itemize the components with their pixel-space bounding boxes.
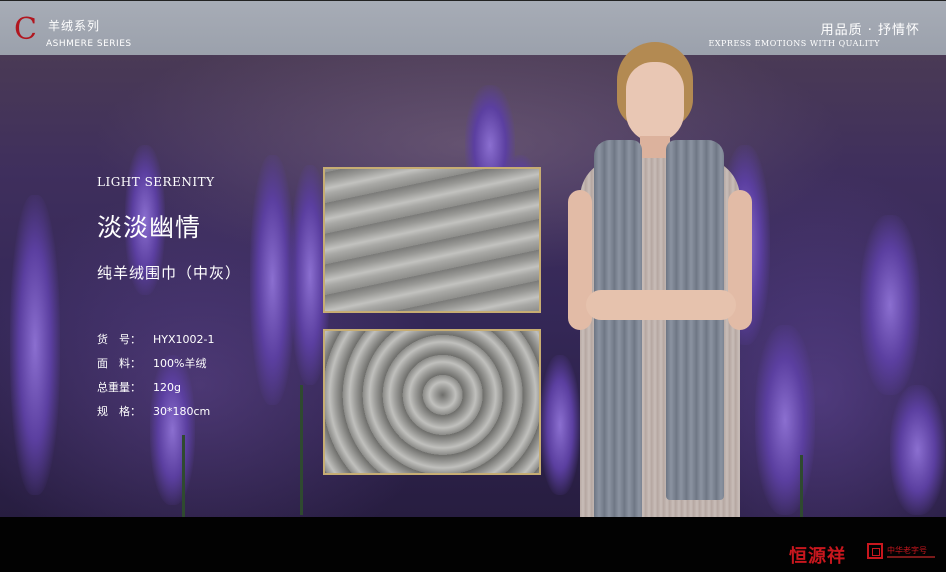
model-hands: [586, 290, 736, 320]
series-logo-letter: C: [14, 12, 37, 47]
lavender-stalk: [890, 385, 945, 515]
spec-value: 30*180cm: [153, 405, 211, 418]
header-bar: C 羊绒系列 ASHMERE SERIES 用品质 · 抒情怀 EXPRESS …: [0, 0, 946, 55]
spec-row-size: 规 格： 30*180cm: [97, 403, 210, 419]
product-title-cn: 淡淡幽情: [97, 213, 202, 242]
lavender-stalk: [250, 155, 295, 405]
spec-value: HYX1002-1: [153, 333, 215, 346]
scarf-right-panel: [666, 140, 724, 500]
lavender-stalk: [860, 215, 920, 395]
spec-label: 总重量：: [97, 381, 141, 394]
product-title-en: LIGHT SERENITY: [97, 175, 215, 189]
spec-label: 货 号：: [97, 333, 141, 346]
lavender-stalk: [150, 355, 195, 505]
brand-logo: 恒源祥: [789, 546, 846, 567]
product-subtitle: 纯羊绒围巾（中灰）: [97, 264, 242, 282]
lavender-stem: [800, 455, 803, 517]
seal-icon: [867, 543, 883, 559]
model-face: [626, 62, 684, 142]
product-poster: C 羊绒系列 ASHMERE SERIES 用品质 · 抒情怀 EXPRESS …: [0, 0, 946, 572]
lavender-stalk: [755, 325, 815, 515]
slogan-cn: 用品质 · 抒情怀: [820, 23, 920, 38]
laozihao-mark: 中华老字号: [887, 546, 927, 555]
lavender-stem: [300, 385, 303, 515]
series-title-cn: 羊绒系列: [48, 19, 101, 33]
spec-value: 100%羊绒: [153, 357, 207, 370]
spec-label: 面 料：: [97, 357, 141, 370]
spec-row-item-no: 货 号： HYX1002-1: [97, 331, 215, 347]
series-title-en: ASHMERE SERIES: [46, 39, 132, 49]
spec-label: 规 格：: [97, 405, 141, 418]
laozihao-underline: [887, 556, 935, 558]
spec-row-weight: 总重量： 120g: [97, 379, 181, 395]
model-figure: [560, 40, 760, 570]
scarf-left-panel: [594, 140, 642, 520]
fabric-swatch-folded: [323, 167, 541, 313]
spec-value: 120g: [153, 381, 181, 394]
lavender-stem: [182, 435, 185, 517]
spec-row-material: 面 料： 100%羊绒: [97, 355, 206, 371]
lavender-stalk: [10, 195, 60, 495]
fabric-swatch-swirl: [323, 329, 541, 475]
